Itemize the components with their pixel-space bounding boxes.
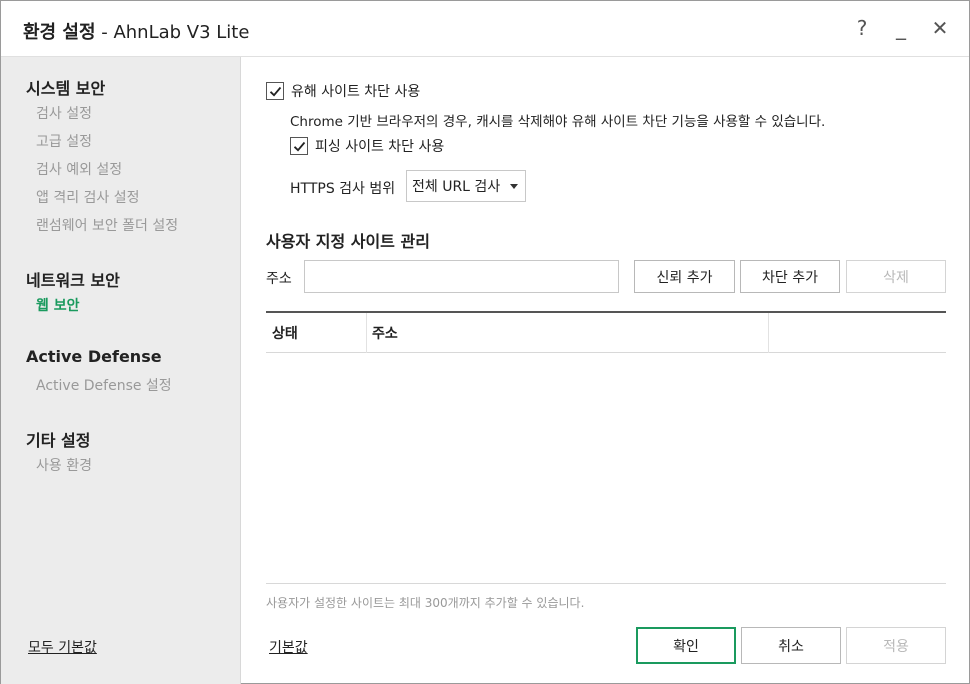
sidebar-item-advanced-settings[interactable]: 고급 설정 [36,131,92,151]
checkmark-icon [293,141,305,152]
trust-add-button[interactable]: 신뢰 추가 [634,260,735,293]
address-label: 주소 [266,271,292,287]
https-scope-label: HTTPS 검사 범위 [290,181,396,197]
sidebar: 시스템 보안 검사 설정 고급 설정 검사 예외 설정 앱 격리 검사 설정 랜… [1,57,241,684]
main-panel: 유해 사이트 차단 사용 Chrome 기반 브라우저의 경우, 캐시를 삭제해… [242,57,969,684]
ok-button[interactable]: 확인 [636,627,736,664]
sidebar-item-web-security[interactable]: 웹 보안 [36,295,80,315]
https-scope-select[interactable]: 전체 URL 검사 [406,170,526,202]
column-header-empty [768,313,946,353]
phishing-block-checkbox[interactable] [290,137,308,155]
sidebar-group-network-security: 네트워크 보안 [26,271,120,290]
minimize-icon[interactable]: _ [886,13,916,43]
close-icon[interactable]: ✕ [925,13,955,43]
table-body [266,353,946,583]
settings-window: 환경 설정 - AhnLab V3 Lite ? _ ✕ 시스템 보안 검사 설… [0,0,970,684]
divider [266,583,946,584]
harmful-site-block-label: 유해 사이트 차단 사용 [291,84,421,100]
cancel-button[interactable]: 취소 [741,627,841,664]
https-scope-value: 전체 URL 검사 [412,179,501,195]
harmful-site-block-checkbox[interactable] [266,82,284,100]
phishing-block-label: 피싱 사이트 차단 사용 [315,139,445,155]
sidebar-item-app-isolation-scan[interactable]: 앱 격리 검사 설정 [36,187,140,207]
reset-defaults-link[interactable]: 기본값 [269,637,308,657]
sidebar-group-other-settings: 기타 설정 [26,431,91,450]
apply-button[interactable]: 적용 [846,627,946,664]
custom-sites-title: 사용자 지정 사이트 관리 [266,232,430,251]
address-input[interactable] [304,260,619,293]
sidebar-item-ransomware-folder[interactable]: 랜섬웨어 보안 폴더 설정 [36,215,178,235]
window-title-app: - AhnLab V3 Lite [95,22,250,43]
sidebar-item-active-defense-settings[interactable]: Active Defense 설정 [36,375,172,395]
sidebar-item-scan-exceptions[interactable]: 검사 예외 설정 [36,159,122,179]
window-title: 환경 설정 - AhnLab V3 Lite [23,18,249,44]
sidebar-item-usage-environment[interactable]: 사용 환경 [36,455,92,475]
custom-sites-table: 상태 주소 [266,311,946,583]
sidebar-group-system-security: 시스템 보안 [26,79,106,98]
sidebar-item-scan-settings[interactable]: 검사 설정 [36,103,92,123]
column-header-status[interactable]: 상태 [272,313,364,353]
harmful-site-block-row: 유해 사이트 차단 사용 [266,81,420,101]
title-bar: 환경 설정 - AhnLab V3 Lite ? _ ✕ [1,1,969,57]
phishing-block-row: 피싱 사이트 차단 사용 [290,136,444,156]
chevron-down-icon [510,184,518,189]
chrome-cache-note: Chrome 기반 브라우저의 경우, 캐시를 삭제해야 유해 사이트 차단 기… [290,114,826,130]
site-limit-note: 사용자가 설정한 사이트는 최대 300개까지 추가할 수 있습니다. [266,596,585,610]
delete-button[interactable]: 삭제 [846,260,946,293]
table-header: 상태 주소 [266,311,946,353]
reset-all-defaults-link[interactable]: 모두 기본값 [28,637,97,657]
checkmark-icon [269,86,281,97]
block-add-button[interactable]: 차단 추가 [740,260,840,293]
column-header-address[interactable]: 주소 [366,313,768,353]
help-icon[interactable]: ? [847,13,877,43]
sidebar-group-active-defense: Active Defense [26,347,162,366]
window-title-bold: 환경 설정 [23,22,96,43]
